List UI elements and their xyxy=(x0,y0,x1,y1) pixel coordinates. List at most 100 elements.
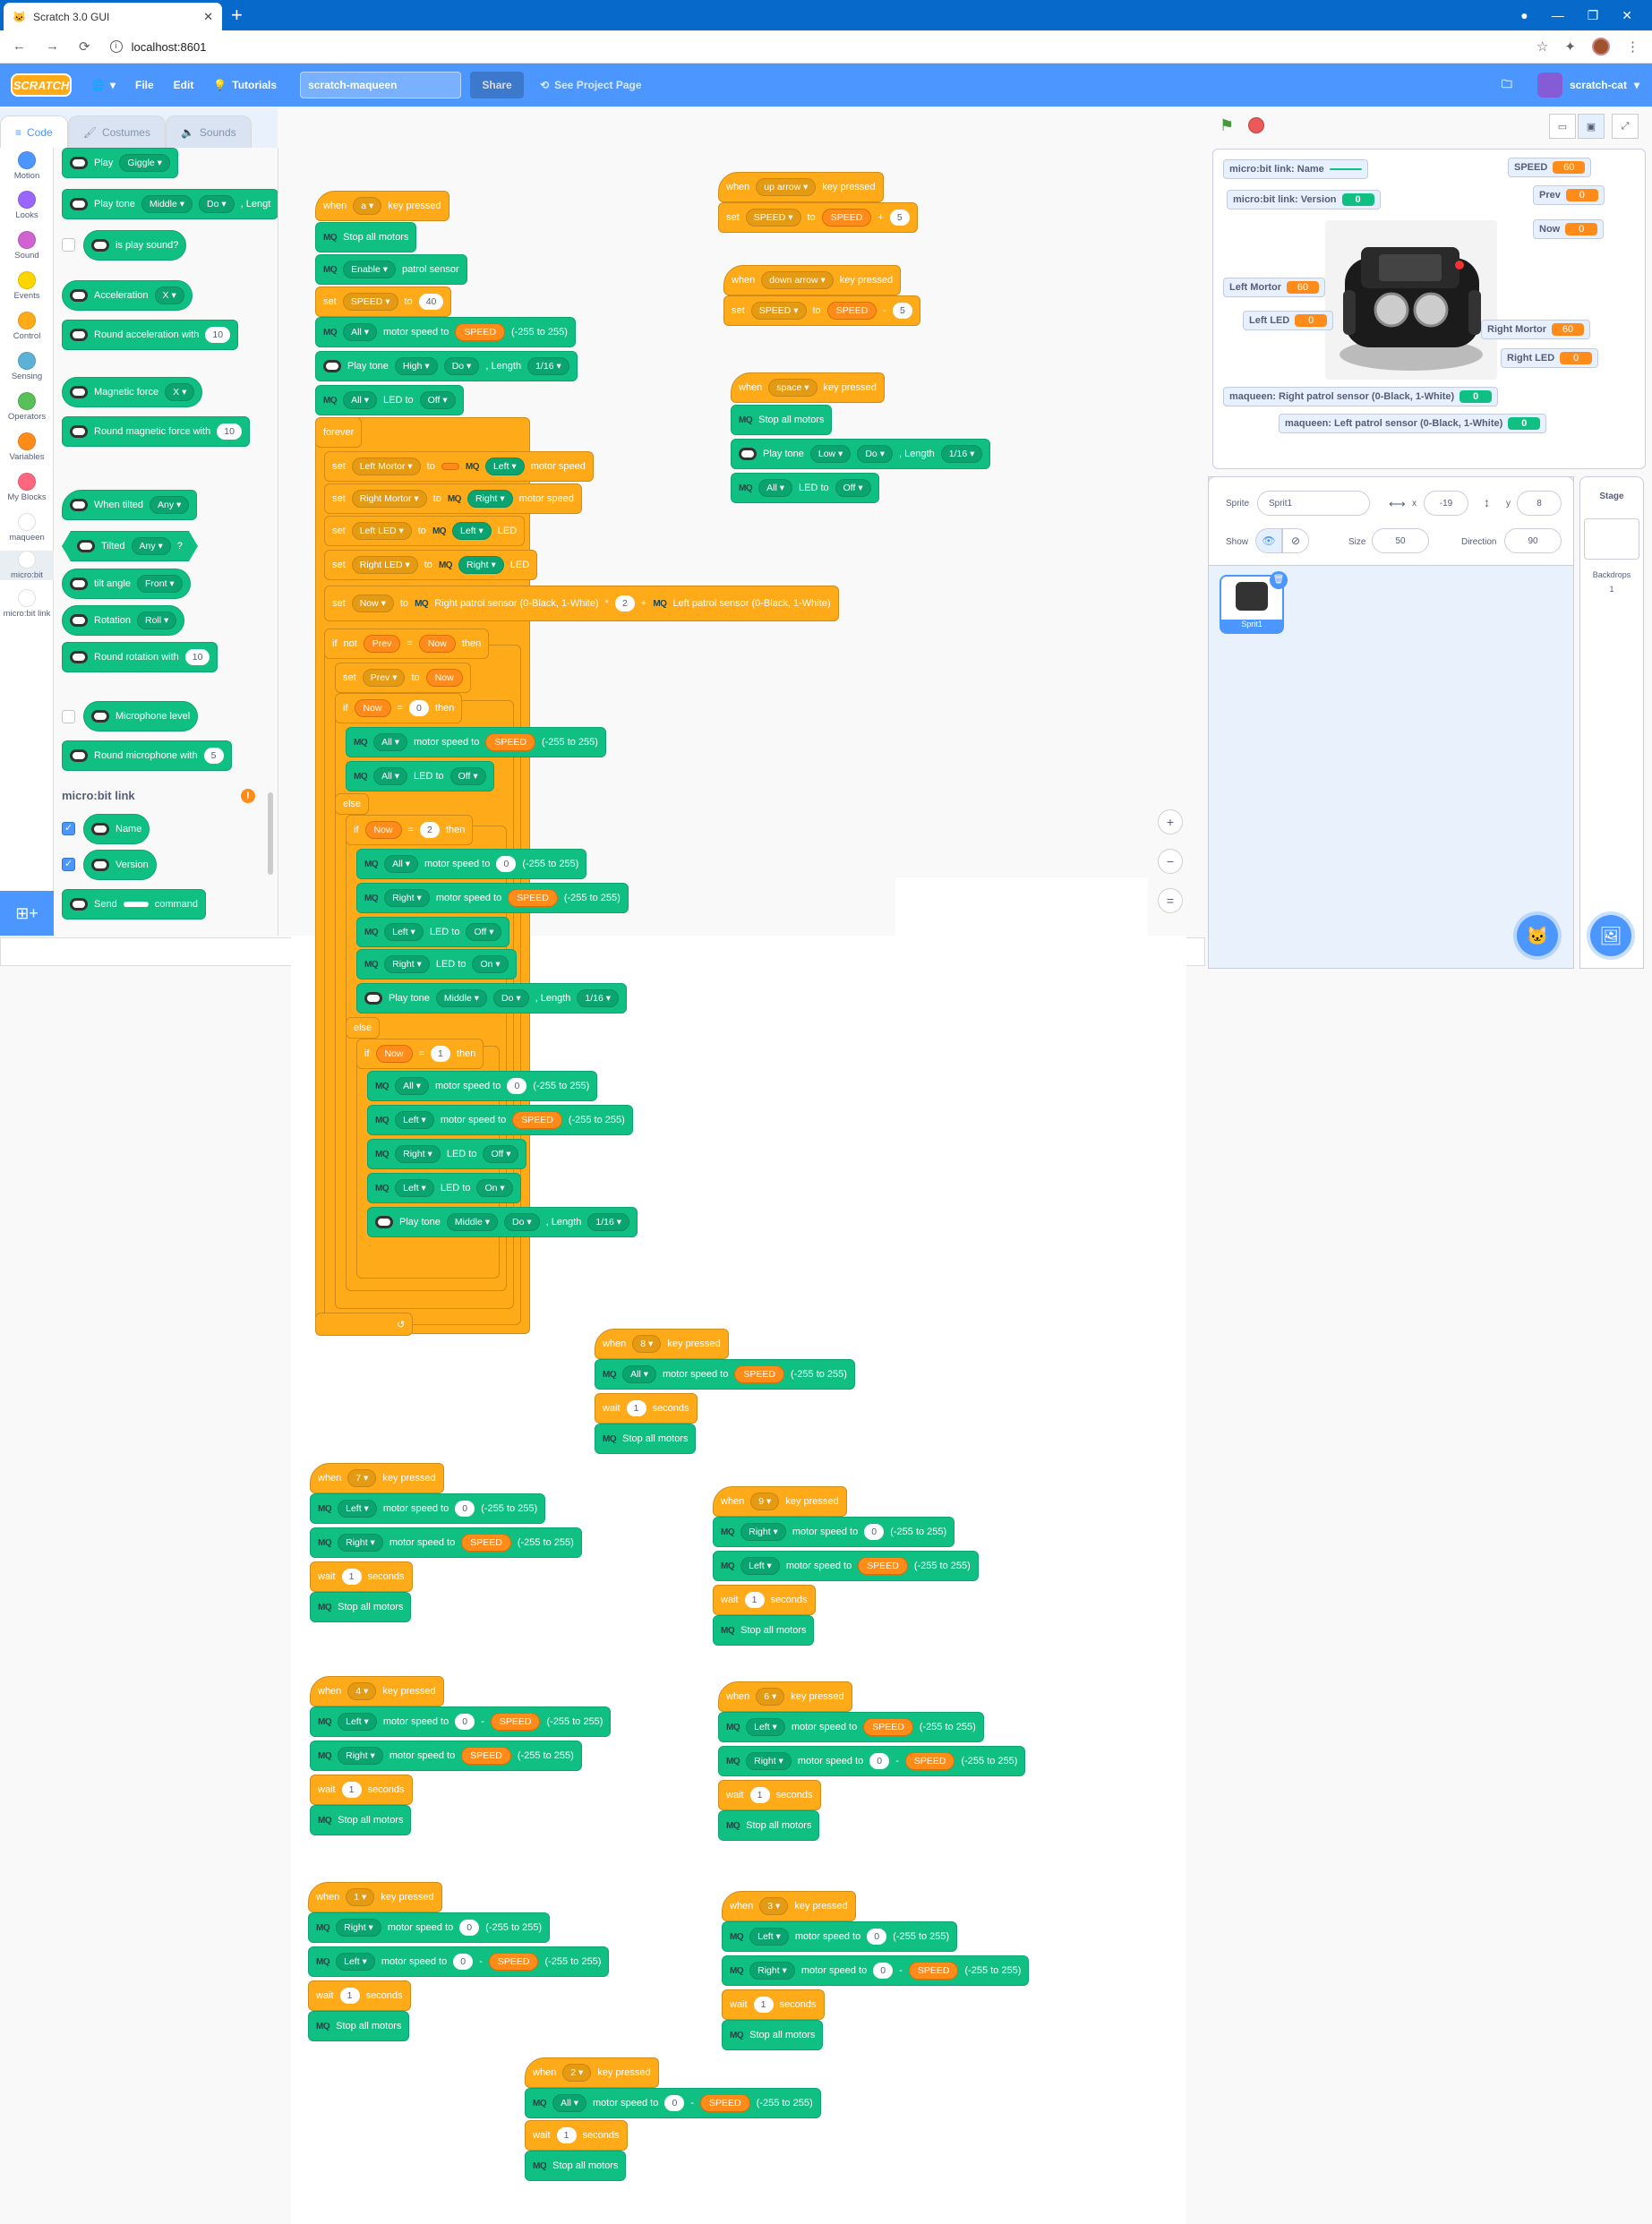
variable-reporter[interactable]: SPEED xyxy=(821,209,872,227)
dropdown[interactable]: Do xyxy=(504,1213,540,1231)
monitor-link-version[interactable]: micro:bit link: Version 0 xyxy=(1227,190,1381,210)
dropdown[interactable]: Front xyxy=(136,575,183,593)
variable-reporter[interactable]: Now xyxy=(354,699,391,717)
hat-block[interactable]: whena key pressed xyxy=(315,191,449,221)
language-menu[interactable]: 🌐 ▾ xyxy=(91,79,116,91)
dropdown[interactable]: Any xyxy=(150,496,190,514)
number-input[interactable]: 1 xyxy=(749,1787,770,1803)
category-events[interactable]: Events xyxy=(0,271,54,301)
variable-reporter[interactable]: SPEED xyxy=(461,1747,511,1765)
code-block[interactable]: Play tone Middle Do , Length 1/16 xyxy=(356,983,628,1014)
variable-dropdown[interactable]: SPEED xyxy=(745,209,801,227)
dropdown[interactable]: Left xyxy=(336,1953,375,1971)
hat-block[interactable]: when 6 key pressed xyxy=(718,1681,852,1712)
variable-dropdown[interactable]: space xyxy=(768,379,817,397)
code-block[interactable]: else xyxy=(335,793,370,815)
code-block[interactable]: MQ All LED to Off xyxy=(346,761,494,791)
number-input[interactable]: 0 xyxy=(455,1501,475,1517)
checkbox[interactable] xyxy=(62,710,75,723)
see-project-page-button[interactable]: ⟲ See Project Page xyxy=(540,79,641,91)
green-flag-icon[interactable]: ⚑ xyxy=(1220,116,1236,134)
dropdown[interactable]: Left xyxy=(338,1500,377,1518)
checkbox-checked[interactable]: ✓ xyxy=(62,858,75,871)
code-block[interactable]: MQ Right motor speed to SPEED (-255 to 255) xyxy=(356,883,629,913)
code-block[interactable]: MQ Stop all motors xyxy=(722,2020,824,2050)
url-field[interactable]: i localhost:8601 xyxy=(109,35,1507,58)
dropdown[interactable]: Right xyxy=(384,889,430,907)
dropdown[interactable]: 1/16 xyxy=(940,445,983,463)
code-block[interactable]: MQ Right motor speed to 0 (-255 to 255) xyxy=(713,1517,955,1547)
palette-play-tone-block[interactable]: Play tone Middle Do , Lengt xyxy=(62,189,278,219)
dropdown[interactable]: X xyxy=(165,383,195,401)
number-input[interactable]: 40 xyxy=(418,294,444,310)
code-block[interactable]: MQ All motor speed to SPEED (-255 to 255) xyxy=(595,1359,855,1390)
number-input[interactable]: 1 xyxy=(744,1592,765,1608)
dropdown[interactable]: 1/16 xyxy=(577,989,620,1007)
code-block[interactable]: MQ Stop all motors xyxy=(310,1592,412,1622)
text-input[interactable] xyxy=(123,902,149,907)
category-sensing[interactable]: Sensing xyxy=(0,352,54,381)
palette-version-block[interactable]: Version xyxy=(83,850,157,880)
number-input[interactable]: 0 xyxy=(455,1714,475,1730)
code-block[interactable]: MQ Left LED to Off xyxy=(356,917,510,947)
number-input[interactable]: 1 xyxy=(341,1782,362,1798)
variable-reporter[interactable]: SPEED xyxy=(734,1365,784,1383)
file-menu[interactable]: File xyxy=(135,79,154,91)
number-input[interactable]: 0 xyxy=(869,1753,890,1769)
show-eye-icon[interactable]: 👁 xyxy=(1255,528,1282,553)
number-input[interactable]: 0 xyxy=(453,1954,474,1970)
edit-menu[interactable]: Edit xyxy=(174,79,194,91)
profile-avatar[interactable] xyxy=(1592,38,1610,56)
variable-dropdown[interactable]: a xyxy=(353,197,382,215)
dropdown[interactable]: All xyxy=(373,733,407,751)
code-block[interactable]: if not Prev = Now then xyxy=(324,629,490,659)
code-block[interactable]: set Prevto Now xyxy=(335,663,471,693)
code-block[interactable]: MQ Left motor speed to 0 (-255 to 255) xyxy=(310,1493,546,1524)
scratch-logo[interactable]: SCRATCH xyxy=(11,73,72,97)
sprite-name-input[interactable]: Sprit1 xyxy=(1257,491,1370,516)
variable-dropdown[interactable]: SPEED xyxy=(342,293,398,311)
code-block[interactable]: Play tone Middle Do , Length 1/16 xyxy=(367,1207,638,1237)
code-block[interactable]: Play tone High Do , Length 1/16 xyxy=(315,351,578,381)
new-tab-button[interactable]: + xyxy=(231,4,243,27)
monitor-left-mortor[interactable]: Left Mortor 60 xyxy=(1223,278,1326,297)
code-block[interactable]: MQ Left motor speed to SPEED (-255 to 255) xyxy=(713,1551,979,1581)
number-input[interactable]: 1 xyxy=(556,2127,577,2143)
zoom-out-button[interactable]: − xyxy=(1158,849,1183,874)
code-block[interactable]: MQ Right motor speed to 0-SPEED (-255 to 255… xyxy=(722,1955,1030,1986)
browser-tab[interactable]: 🐱 Scratch 3.0 GUI ✕ xyxy=(4,3,222,30)
code-block[interactable]: MQ Left motor speed to 0-SPEED (-255 to 255) xyxy=(308,1946,610,1977)
code-block[interactable]: MQ All LED to Off xyxy=(731,473,879,503)
x-input[interactable]: -19 xyxy=(1424,491,1468,516)
variable-reporter[interactable]: SPEED xyxy=(461,1534,511,1552)
category-operators[interactable]: Operators xyxy=(0,392,54,422)
account-menu[interactable]: scratch-cat ▾ xyxy=(1536,73,1639,98)
large-stage-button[interactable]: ▣ xyxy=(1578,114,1605,139)
tab-code[interactable]: ≡ Code xyxy=(0,115,68,148)
category-control[interactable]: Control xyxy=(0,312,54,341)
size-input[interactable]: 50 xyxy=(1372,528,1429,553)
variable-reporter[interactable]: Now xyxy=(425,669,463,687)
number-input[interactable]: 0 xyxy=(459,1920,480,1936)
small-stage-button[interactable]: ▭ xyxy=(1549,114,1576,139)
my-stuff-folder-icon[interactable]: 🗀 xyxy=(1502,76,1512,95)
code-block[interactable]: forever xyxy=(315,417,363,448)
restore-icon[interactable]: ❐ xyxy=(1588,8,1599,23)
code-block[interactable]: MQ Right motor speed to 0 (-255 to 255) xyxy=(308,1912,551,1943)
hat-block[interactable]: when 4 key pressed xyxy=(310,1676,444,1706)
code-block[interactable]: MQ Left motor speed to SPEED (-255 to 255) xyxy=(718,1712,984,1742)
code-block[interactable]: wait 1 seconds xyxy=(713,1585,816,1615)
code-block[interactable]: ↺ xyxy=(315,1313,414,1336)
variable-reporter[interactable]: SPEED xyxy=(485,733,535,751)
code-block[interactable]: MQ All LED to Off xyxy=(315,385,464,415)
category-looks[interactable]: Looks xyxy=(0,191,54,220)
variable-reporter[interactable]: Prev xyxy=(363,635,401,653)
checkbox[interactable] xyxy=(62,238,75,252)
dropdown[interactable]: Roll xyxy=(136,612,177,629)
tab-sounds[interactable]: 🔈 Sounds xyxy=(165,115,252,148)
variable-dropdown[interactable]: 3 xyxy=(759,1897,789,1915)
dropdown[interactable]: X xyxy=(154,287,184,304)
dropdown[interactable]: All xyxy=(552,2094,586,2112)
code-block[interactable]: set Right LED to MQ Right LED xyxy=(324,550,538,580)
number-input[interactable]: 5 xyxy=(892,303,912,319)
